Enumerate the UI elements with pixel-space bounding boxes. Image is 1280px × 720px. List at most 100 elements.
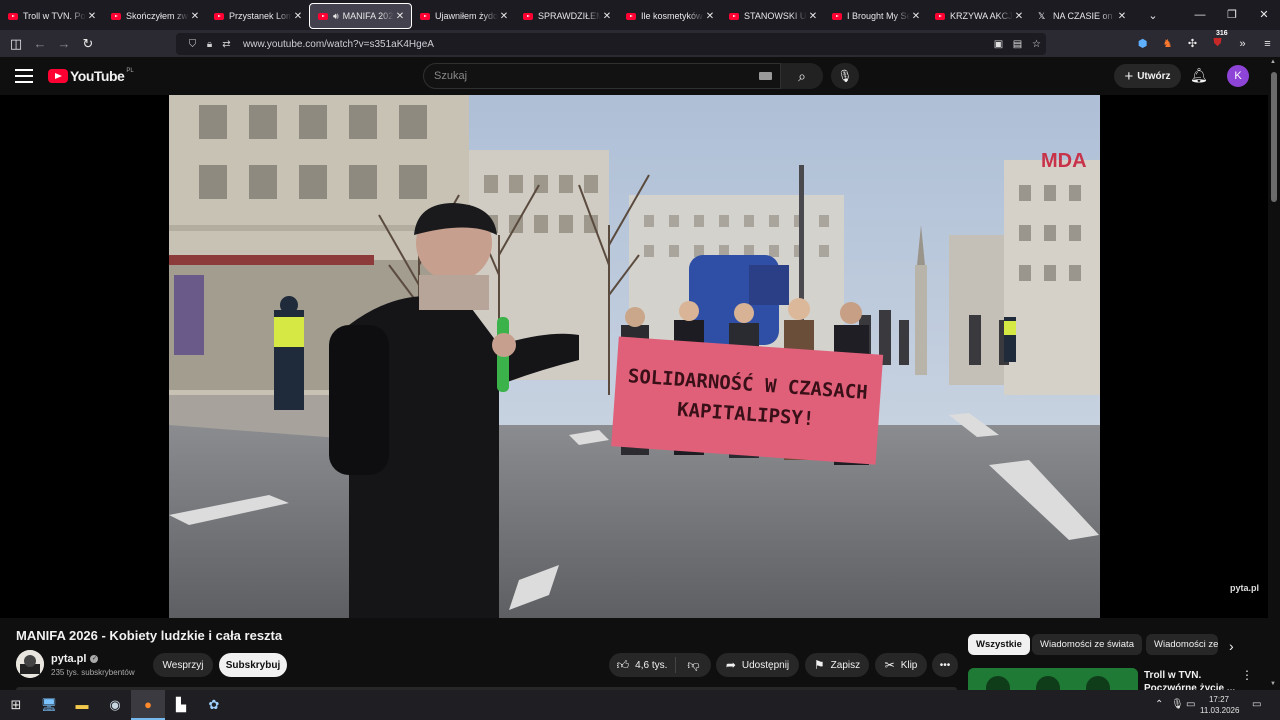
browser-tab[interactable]: STANOWSKI UJAWNIA✕ (721, 3, 824, 29)
tray-chevron-icon[interactable]: ⌃ (1155, 699, 1163, 710)
lock-icon[interactable]: 🔒︎ (201, 39, 218, 50)
voice-search-button[interactable]: 🎙︎ (831, 63, 859, 89)
browser-tab[interactable]: Przystanek Lombard✕ (206, 3, 309, 29)
chip-world-news[interactable]: Wiadomości ze świata (1032, 634, 1142, 655)
youtube-wordmark: YouTube (70, 68, 125, 84)
pip-icon[interactable]: ▣ (989, 39, 1008, 50)
clock-time: 17:27 (1208, 695, 1230, 704)
browser-tab[interactable]: Skończyłem związek✕ (103, 3, 206, 29)
tray-mic-icon[interactable]: 🎙︎ (1171, 699, 1184, 710)
tab-close-icon[interactable]: ✕ (1116, 11, 1128, 22)
scroll-down-icon[interactable]: ▼ (1270, 681, 1276, 687)
scrollbar-thumb[interactable] (1271, 72, 1277, 202)
overflow-chevron-icon[interactable]: » (1230, 38, 1255, 50)
back-icon[interactable]: ← (28, 36, 52, 51)
tab-title: Ujawniłem żydowską (435, 11, 498, 21)
permissions-icon[interactable]: ⇄ (218, 39, 235, 50)
menu-hamburger-icon[interactable] (15, 69, 33, 87)
channel-name-text[interactable]: pyta.pl (51, 653, 86, 665)
vpn-extension-icon[interactable]: ⬢ (1130, 37, 1155, 50)
computer-icon[interactable]: 🖥︎ (40, 696, 58, 714)
firefox-icon[interactable]: ● (139, 696, 157, 714)
share-button[interactable]: ➦ Udostępnij (716, 653, 799, 677)
like-button[interactable]: 👍︎ 4,6 tys. (609, 657, 676, 673)
video-frame[interactable]: MDA SOLIDARNOŚĆ W CZASACH KAPITALIPSY! (169, 95, 1100, 618)
account-avatar[interactable]: K (1227, 65, 1249, 87)
browser-tab[interactable]: Troll w TVN. Poczwórne życie✕ (0, 3, 103, 29)
tab-close-icon[interactable]: ✕ (1013, 11, 1025, 22)
dislike-button[interactable]: 👎︎ (676, 658, 711, 673)
sidebar-toggle-icon[interactable]: ◫ (4, 36, 28, 52)
browser-tab[interactable]: 𝕏 NA CZASIE on X: "✕ (1030, 3, 1133, 29)
youtube-icon (111, 12, 121, 20)
tab-close-icon[interactable]: ✕ (807, 11, 819, 22)
notion-icon[interactable]: ▙ (172, 696, 190, 714)
address-bar[interactable]: ⛉ 🔒︎ ⇄ www.youtube.com/watch?v=s351aK4Hg… (176, 33, 1046, 55)
channel-avatar[interactable] (16, 650, 44, 678)
steam-icon[interactable]: ◉ (106, 696, 124, 714)
subscribe-button[interactable]: Subskrybuj (219, 653, 287, 677)
channel-avatar-image (16, 650, 44, 678)
notifications-icon[interactable]: ▭ (1252, 699, 1261, 710)
page-scrollbar[interactable]: ▲ ▼ (1268, 57, 1280, 690)
extensions-puzzle-icon[interactable]: ✣ (1180, 37, 1205, 50)
forward-icon[interactable]: → (52, 36, 76, 51)
tab-close-icon[interactable]: ✕ (189, 11, 201, 22)
search-input[interactable]: Szukaj (423, 63, 781, 89)
file-explorer-icon[interactable]: ▬ (73, 696, 91, 714)
recommendation-menu-icon[interactable]: ⋮ (1241, 668, 1253, 682)
reader-icon[interactable]: ▤ (1008, 39, 1027, 50)
windows-start-icon[interactable]: ⊞ (7, 696, 25, 714)
verified-icon: ✓ (90, 655, 99, 663)
app-menu-icon[interactable]: ≡ (1255, 38, 1280, 50)
tray-network-icon[interactable]: ▭ (1186, 699, 1195, 710)
save-button[interactable]: ⚑ Zapisz (805, 653, 869, 677)
video-player[interactable]: MDA SOLIDARNOŚĆ W CZASACH KAPITALIPSY! p… (0, 95, 1268, 618)
join-button[interactable]: Wesprzyj (153, 653, 213, 677)
clip-button[interactable]: ✂ Klip (875, 653, 927, 677)
browser-tab[interactable]: Ile kosmetyków w✕ (618, 3, 721, 29)
channel-watermark[interactable]: pyta.pl (1230, 583, 1259, 593)
recommendation-thumbnail[interactable] (968, 668, 1138, 690)
speaker-icon[interactable]: 🔊︎ (333, 11, 339, 22)
tab-close-icon[interactable]: ✕ (498, 11, 510, 22)
restore-icon[interactable]: ❐ (1216, 0, 1248, 30)
bookmark-star-icon[interactable]: ☆ (1027, 39, 1046, 50)
list-all-tabs-icon[interactable]: ⌄ (1141, 9, 1165, 22)
close-window-icon[interactable]: ✕ (1248, 0, 1280, 30)
create-button[interactable]: + Utwórz (1114, 64, 1181, 88)
taskbar-clock[interactable]: 17:27 11.03.2026 (1200, 694, 1239, 716)
youtube-logo[interactable]: YouTube PL (48, 68, 134, 84)
notifications-bell-icon[interactable]: 🔔︎ (1190, 67, 1208, 84)
reload-icon[interactable]: ↻ (76, 36, 100, 52)
more-actions-button[interactable]: ••• (932, 653, 958, 677)
app-icon[interactable]: ✿ (205, 696, 223, 714)
mic-icon: 🎙︎ (837, 69, 853, 83)
share-icon: ➦ (725, 658, 736, 672)
chip-news-from[interactable]: Wiadomości ze (1146, 634, 1218, 655)
fox-extension-icon[interactable]: ♞ (1155, 37, 1180, 50)
tab-title: KRZYWA AKCJA # (950, 11, 1013, 21)
browser-tab[interactable]: KRZYWA AKCJA #✕ (927, 3, 1030, 29)
browser-tab[interactable]: 🔊︎ MANIFA 2026 ✕ (309, 3, 412, 29)
chip-all[interactable]: Wszystkie (968, 634, 1030, 655)
chips-next-chevron-icon[interactable]: › (1229, 638, 1234, 654)
tab-close-icon[interactable]: ✕ (704, 11, 716, 22)
browser-tab[interactable]: SPRAWDZIŁEM CZY✕ (515, 3, 618, 29)
tab-title: Ile kosmetyków w (641, 11, 704, 21)
url-text[interactable]: www.youtube.com/watch?v=s351aK4HgeA (243, 39, 434, 50)
channel-name[interactable]: pyta.pl ✓ (51, 653, 99, 665)
search-button[interactable]: ⌕ (781, 63, 823, 89)
tab-close-icon[interactable]: ✕ (292, 11, 304, 22)
ublock-icon[interactable]: ⛊ 316 (1205, 30, 1230, 50)
tab-close-icon[interactable]: ✕ (910, 11, 922, 22)
tab-close-icon[interactable]: ✕ (394, 11, 406, 22)
browser-tab[interactable]: I Brought My Secret✕ (824, 3, 927, 29)
tab-close-icon[interactable]: ✕ (86, 11, 98, 22)
keyboard-icon[interactable] (759, 72, 772, 80)
tracking-shield-icon[interactable]: ⛉ (184, 39, 201, 50)
tab-close-icon[interactable]: ✕ (601, 11, 613, 22)
browser-tab[interactable]: Ujawniłem żydowską✕ (412, 3, 515, 29)
minimize-icon[interactable]: — (1184, 0, 1216, 30)
scroll-up-icon[interactable]: ▲ (1270, 59, 1276, 65)
